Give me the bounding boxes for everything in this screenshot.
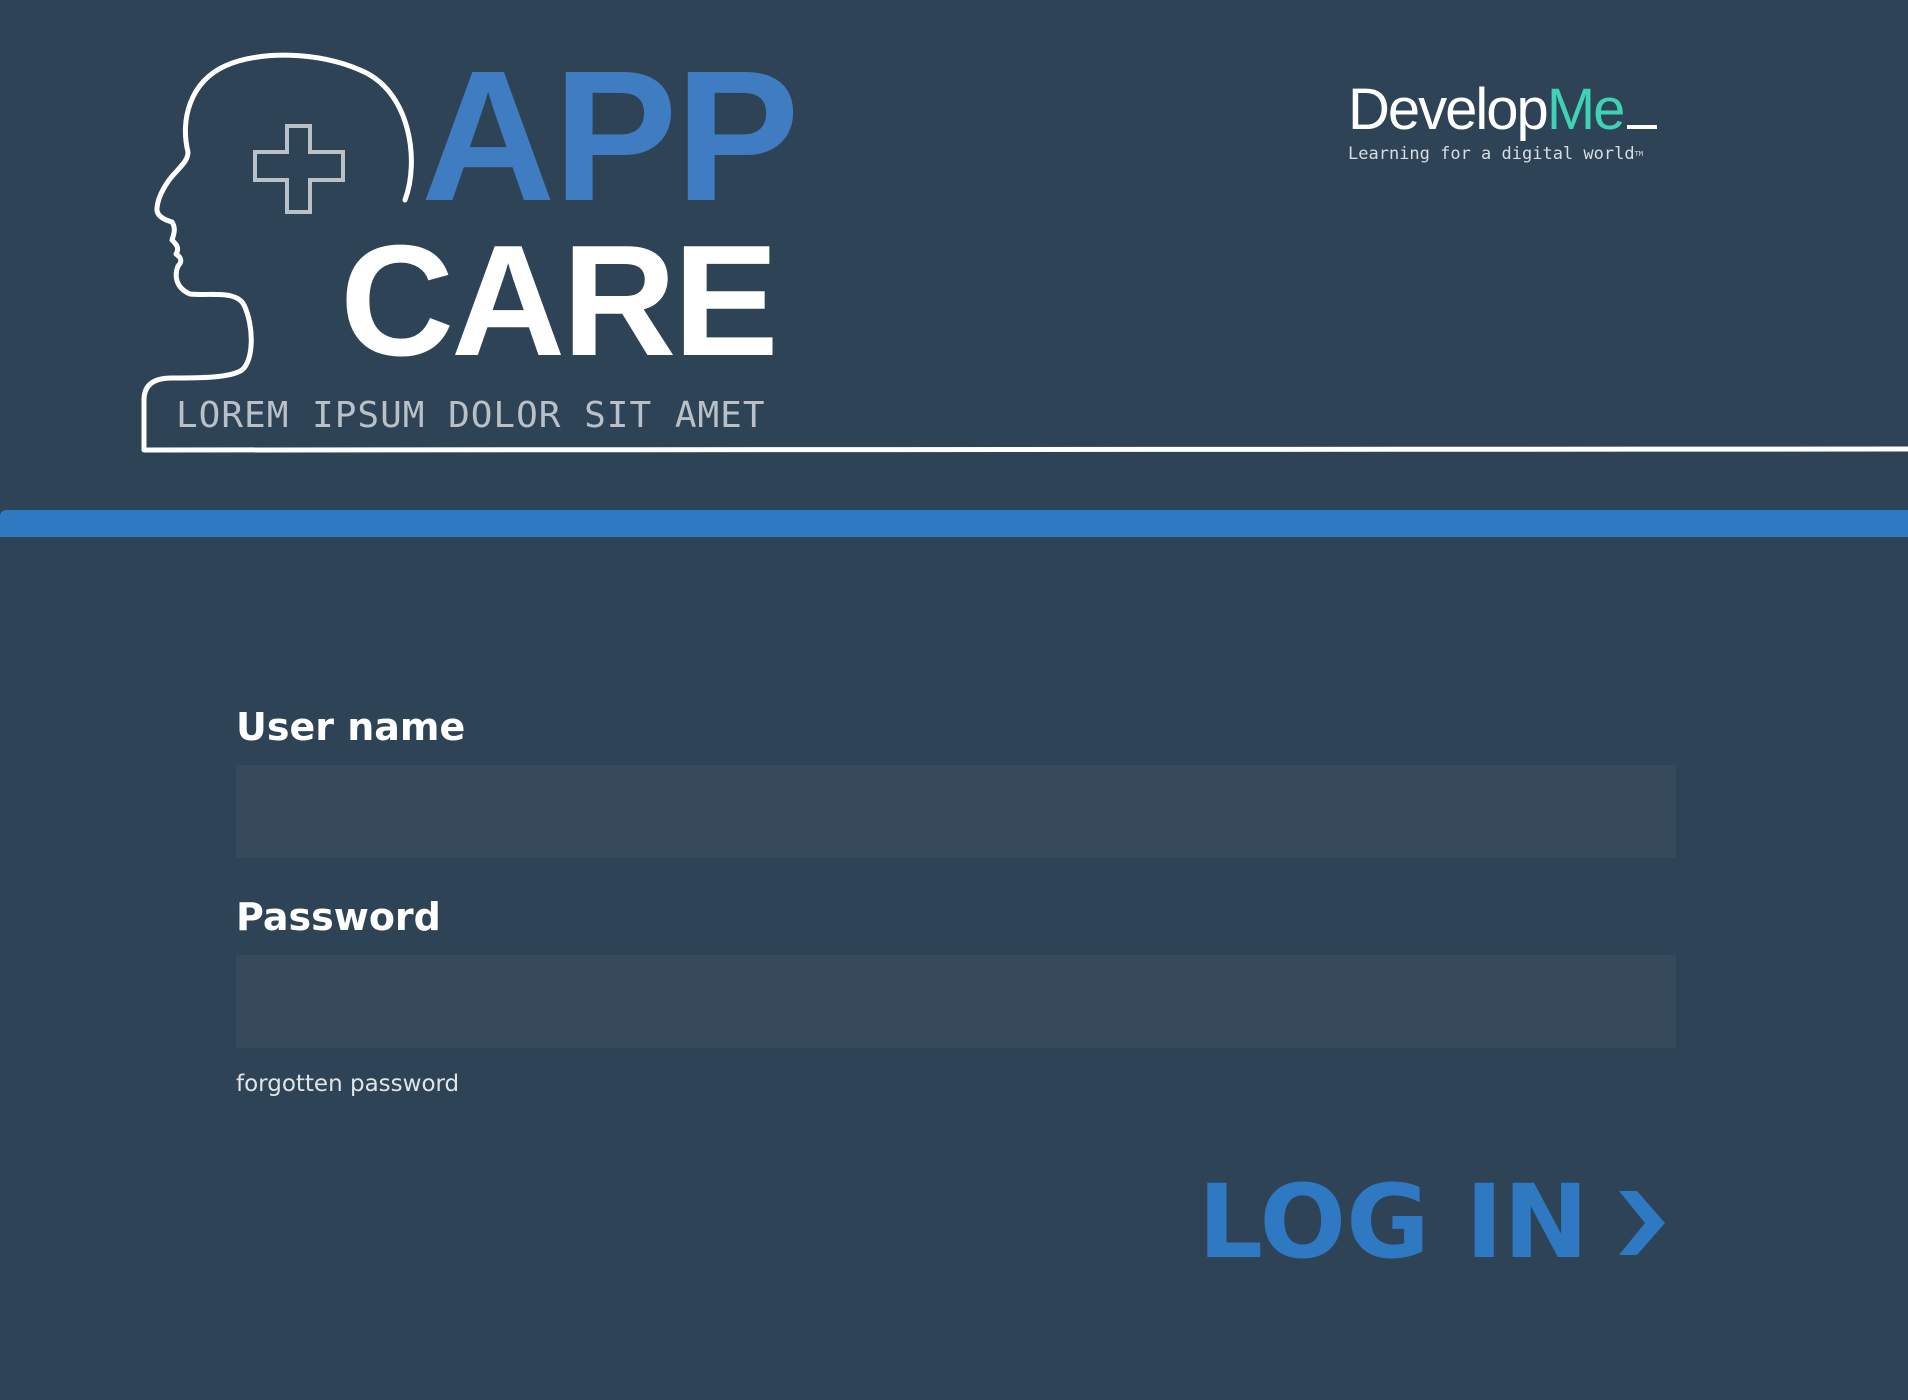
medical-cross-icon: [253, 124, 345, 214]
brand-tagline-text: Learning for a digital world: [1348, 144, 1635, 164]
brand-cursor: [1627, 125, 1658, 129]
header-divider-stripe: [0, 510, 1908, 537]
brand-trademark: TM: [1634, 150, 1644, 158]
password-input[interactable]: [236, 955, 1676, 1048]
login-button[interactable]: LOG IN: [1198, 1168, 1667, 1278]
care-title-word: CARE: [340, 213, 779, 389]
password-label: Password: [236, 895, 441, 939]
username-input[interactable]: [236, 765, 1676, 858]
logo-tagline: LOREM IPSUM DOLOR SIT AMET: [176, 395, 766, 436]
brand-name-primary: Develop: [1348, 77, 1549, 142]
login-button-label: LOG IN: [1198, 1163, 1589, 1282]
app-title-word: APP: [421, 33, 799, 240]
developme-logo: DevelopMe Learning for a digital worldTM: [1348, 74, 1678, 164]
brand-name: DevelopMe: [1348, 74, 1678, 146]
brand-name-accent: Me: [1546, 77, 1626, 142]
username-label: User name: [236, 705, 466, 749]
brand-tagline: Learning for a digital worldTM: [1348, 144, 1678, 164]
forgotten-password-link[interactable]: forgotten password: [236, 1070, 459, 1098]
chevron-right-icon: [1618, 1191, 1665, 1255]
